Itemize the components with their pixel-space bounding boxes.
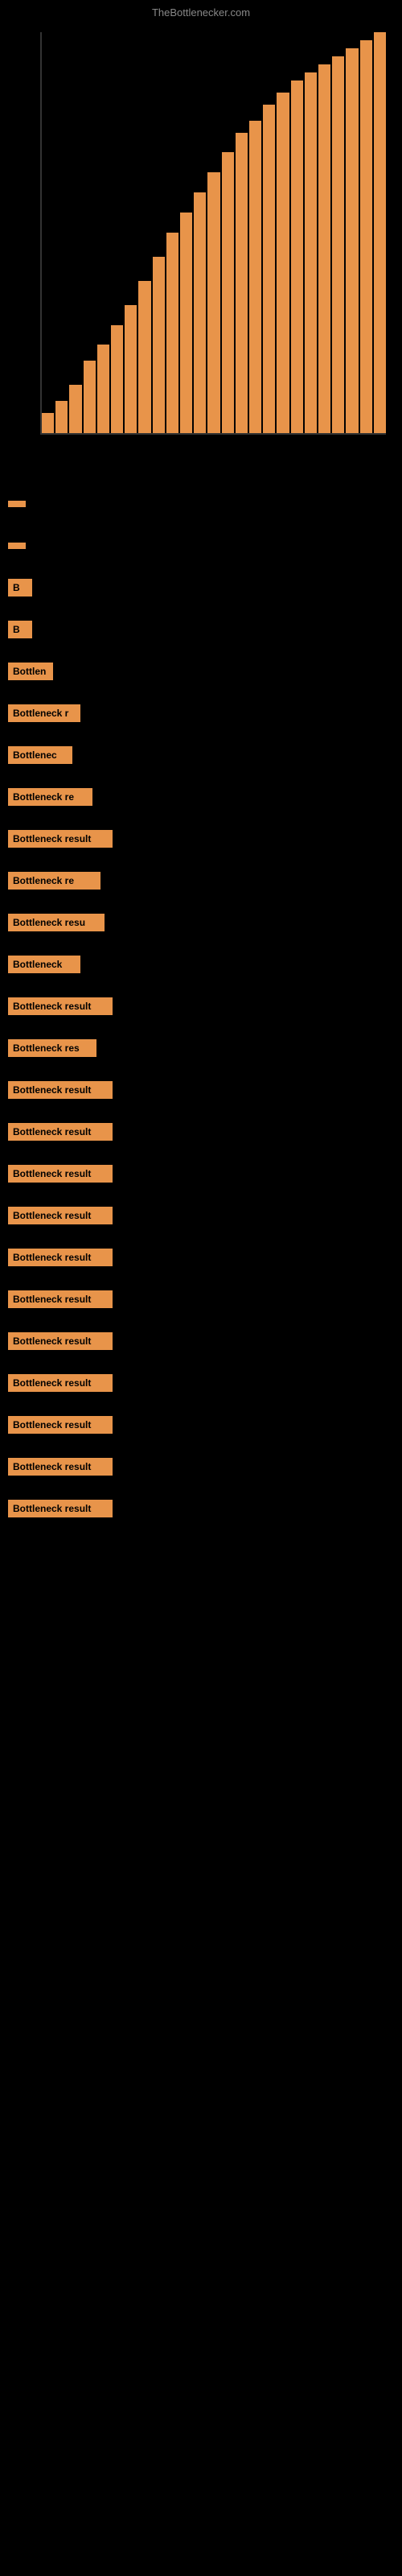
result-item-6: Bottleneck r (0, 692, 402, 734)
result-item-15: Bottleneck result (0, 1069, 402, 1111)
result-label-10: Bottleneck re (8, 872, 100, 890)
result-label-9: Bottleneck result (8, 830, 113, 848)
result-label-1 (8, 501, 26, 507)
result-label-23: Bottleneck result (8, 1416, 113, 1434)
result-item-1 (0, 483, 402, 525)
result-item-8: Bottleneck re (0, 776, 402, 818)
result-item-16: Bottleneck result (0, 1111, 402, 1153)
result-item-12: Bottleneck (0, 943, 402, 985)
result-item-4: B (0, 609, 402, 650)
result-item-19: Bottleneck result (0, 1236, 402, 1278)
bar-9 (153, 257, 165, 433)
result-label-22: Bottleneck result (8, 1374, 113, 1392)
result-item-2 (0, 525, 402, 567)
bar-6 (111, 325, 123, 433)
result-label-15: Bottleneck result (8, 1081, 113, 1099)
result-label-21: Bottleneck result (8, 1332, 113, 1350)
result-label-19: Bottleneck result (8, 1249, 113, 1266)
result-label-11: Bottleneck resu (8, 914, 105, 931)
result-label-18: Bottleneck result (8, 1207, 113, 1224)
result-label-16: Bottleneck result (8, 1123, 113, 1141)
result-item-21: Bottleneck result (0, 1320, 402, 1362)
chart-bars (42, 32, 386, 433)
bar-24 (360, 40, 372, 433)
bar-5 (97, 345, 109, 433)
bar-4 (84, 361, 96, 433)
result-item-11: Bottleneck resu (0, 902, 402, 943)
bar-16 (249, 121, 261, 433)
bar-17 (263, 105, 275, 433)
result-item-14: Bottleneck res (0, 1027, 402, 1069)
bar-20 (305, 72, 317, 433)
result-item-22: Bottleneck result (0, 1362, 402, 1404)
bar-25 (374, 32, 386, 433)
result-label-8: Bottleneck re (8, 788, 92, 806)
bar-7 (125, 305, 137, 433)
bar-23 (346, 48, 358, 433)
bar-3 (69, 385, 81, 433)
result-item-13: Bottleneck result (0, 985, 402, 1027)
result-label-6: Bottleneck r (8, 704, 80, 722)
result-label-2 (8, 543, 26, 549)
bar-13 (207, 172, 219, 433)
result-item-20: Bottleneck result (0, 1278, 402, 1320)
bar-2 (55, 401, 68, 433)
result-item-23: Bottleneck result (0, 1404, 402, 1446)
result-label-20: Bottleneck result (8, 1290, 113, 1308)
result-label-4: B (8, 621, 32, 638)
bar-15 (236, 133, 248, 434)
result-label-5: Bottlen (8, 663, 53, 680)
result-label-7: Bottlenec (8, 746, 72, 764)
chart-area (16, 24, 386, 467)
result-item-10: Bottleneck re (0, 860, 402, 902)
site-title: TheBottlenecker.com (152, 6, 250, 19)
result-item-3: B (0, 567, 402, 609)
result-label-14: Bottleneck res (8, 1039, 96, 1057)
result-item-5: Bottlen (0, 650, 402, 692)
bar-10 (166, 233, 178, 433)
x-axis (40, 433, 386, 435)
result-label-24: Bottleneck result (8, 1458, 113, 1476)
result-item-25: Bottleneck result (0, 1488, 402, 1530)
result-label-13: Bottleneck result (8, 997, 113, 1015)
result-label-12: Bottleneck (8, 956, 80, 973)
bar-14 (222, 152, 234, 433)
bar-21 (318, 64, 330, 433)
result-item-24: Bottleneck result (0, 1446, 402, 1488)
bar-1 (42, 413, 54, 433)
bar-22 (332, 56, 344, 433)
result-label-25: Bottleneck result (8, 1500, 113, 1517)
bar-12 (194, 192, 206, 433)
result-item-7: Bottlenec (0, 734, 402, 776)
result-item-9: Bottleneck result (0, 818, 402, 860)
results-section: B B Bottlen Bottleneck r Bottlenec Bottleneck… (0, 483, 402, 1530)
result-item-17: Bottleneck result (0, 1153, 402, 1195)
bar-18 (277, 93, 289, 433)
result-label-3: B (8, 579, 32, 597)
bar-8 (138, 281, 150, 433)
bar-19 (291, 80, 303, 433)
result-item-18: Bottleneck result (0, 1195, 402, 1236)
result-label-17: Bottleneck result (8, 1165, 113, 1183)
bar-11 (180, 213, 192, 433)
